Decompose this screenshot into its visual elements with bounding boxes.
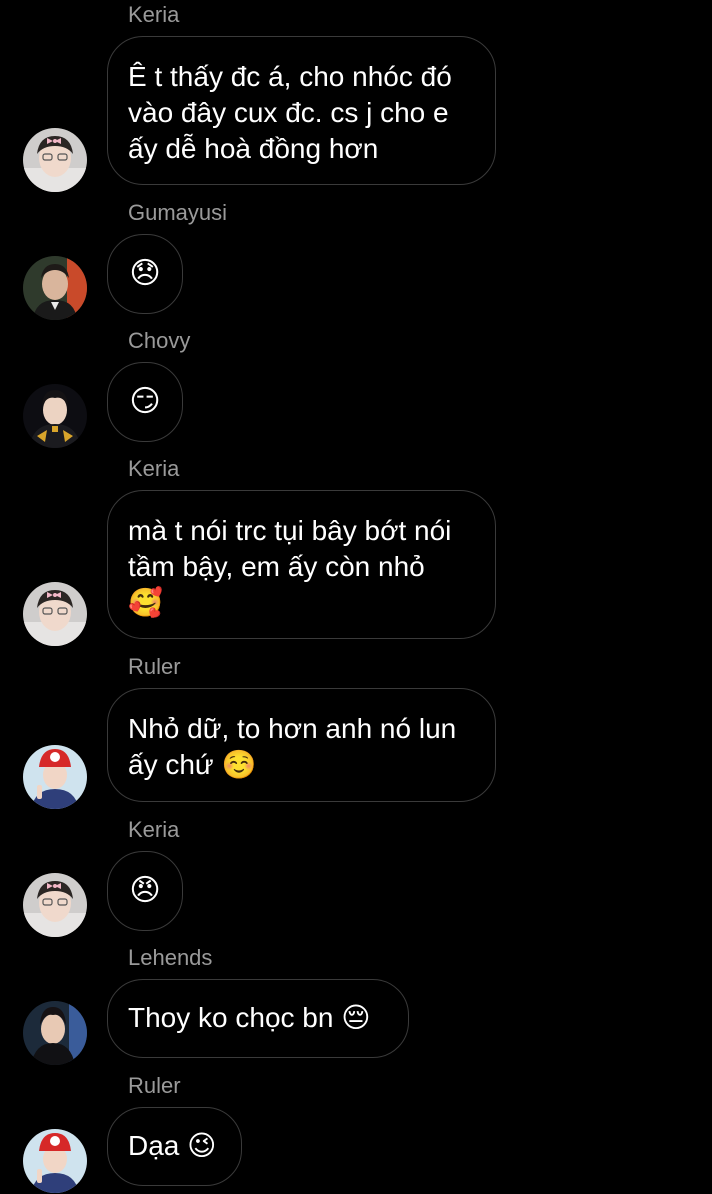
message-bubble[interactable]: Nhỏ dữ, to hơn anh nó lun ấy chứ ☺️ (107, 688, 496, 802)
sender-name: Lehends (128, 945, 213, 970)
avatar-ruler[interactable] (23, 745, 87, 809)
sender-name: Ruler (128, 654, 181, 679)
message-text: Dạa 😉 (128, 1130, 217, 1161)
message-text: Ê t thấy đc á, cho nhóc đó (128, 61, 452, 92)
sender-name: Keria (128, 2, 180, 27)
sender-name: Keria (128, 817, 180, 842)
sender-name: Keria (128, 456, 180, 481)
message-text: Nhỏ dữ, to hơn anh nó lun (128, 713, 457, 744)
avatar-chovy[interactable] (23, 384, 87, 448)
avatar-keria[interactable] (23, 128, 87, 192)
avatar-ruler[interactable] (23, 1129, 87, 1193)
message-bubble[interactable]: Ê t thấy đc á, cho nhóc đó vào đây cux đ… (107, 36, 496, 185)
message-bubble[interactable]: 😠 (107, 851, 183, 931)
message-emoji: 😏 (129, 385, 161, 418)
avatar-lehends[interactable] (23, 1001, 87, 1065)
message-text: Thoy ko chọc bn 😔 (128, 1002, 371, 1033)
message-emoji: 😞 (129, 257, 161, 290)
chat-thread: Keria Ê t thấy đc á, cho nhóc đó vào đây… (0, 0, 712, 1194)
message-text: ấy dễ hoà đồng hơn (128, 133, 379, 164)
message-bubble[interactable]: mà t nói trc tụi bây bớt nói tầm bậy, em… (107, 490, 496, 639)
message-text: tầm bậy, em ấy còn nhỏ (128, 551, 425, 582)
message-bubble[interactable]: 😞 (107, 234, 183, 314)
sender-name: Chovy (128, 328, 191, 353)
message-bubble[interactable]: 😏 (107, 362, 183, 442)
message-text: vào đây cux đc. cs j cho e (128, 97, 449, 128)
message-text: 🥰 (128, 587, 163, 618)
message-emoji: 😠 (129, 874, 161, 907)
message-text: ấy chứ ☺️ (128, 749, 257, 780)
avatar-gumayusi[interactable] (23, 256, 87, 320)
avatar-keria[interactable] (23, 582, 87, 646)
sender-name: Gumayusi (128, 200, 228, 225)
sender-name: Ruler (128, 1073, 181, 1098)
message-bubble[interactable]: Dạa 😉 (107, 1107, 242, 1186)
message-bubble[interactable]: Thoy ko chọc bn 😔 (107, 979, 409, 1058)
message-text: mà t nói trc tụi bây bớt nói (128, 515, 452, 546)
avatar-keria[interactable] (23, 873, 87, 937)
